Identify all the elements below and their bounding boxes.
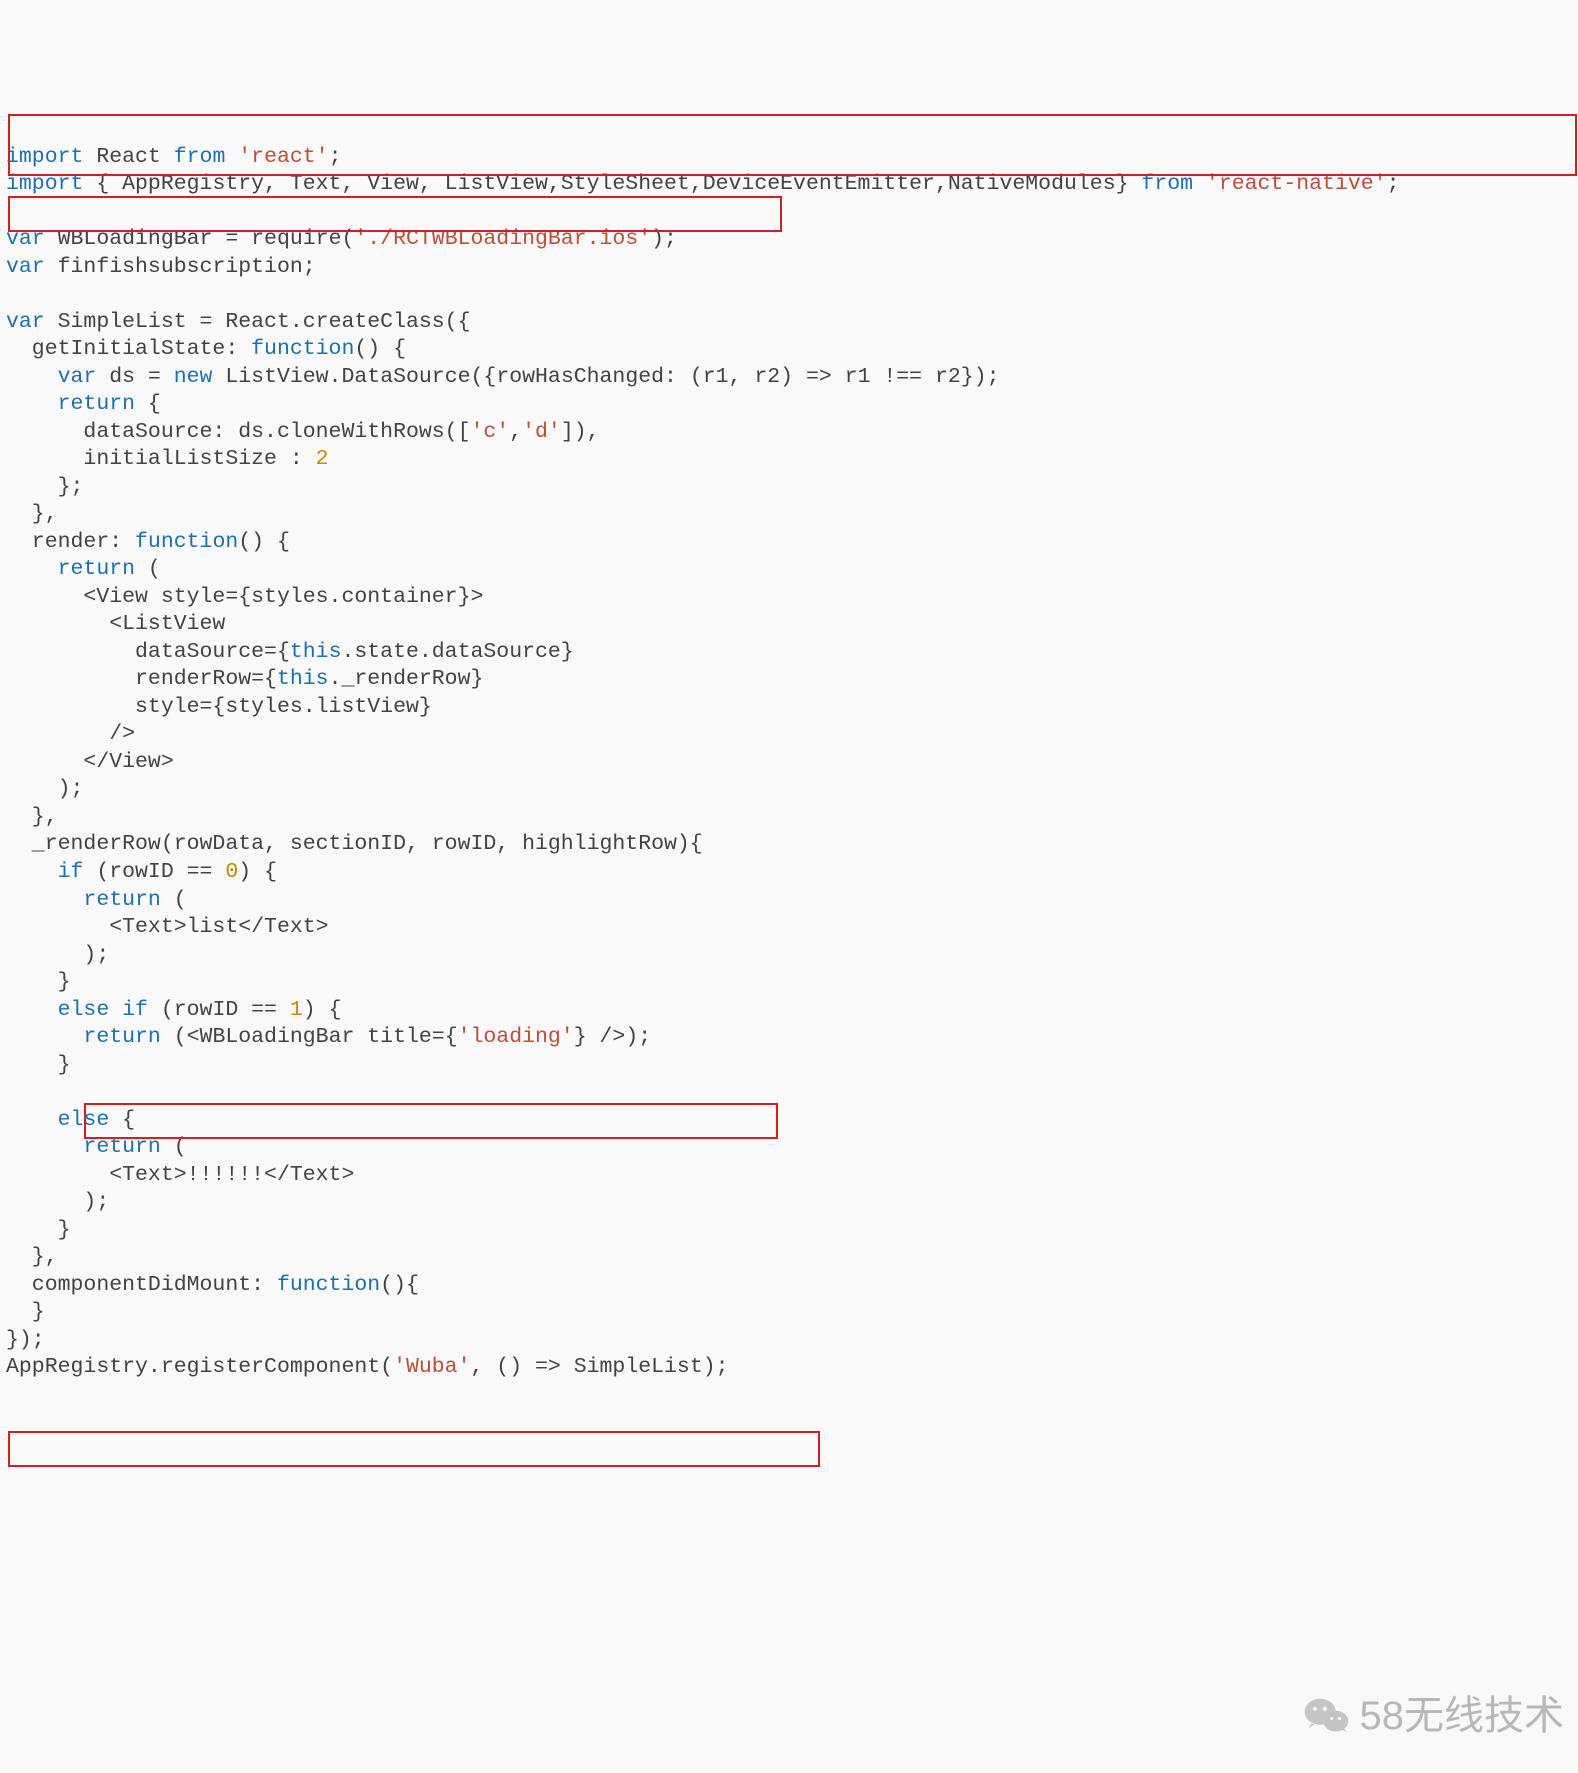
kw-import: import [6, 145, 83, 169]
watermark: 58无线技术 [1302, 1691, 1565, 1743]
wechat-icon [1302, 1691, 1354, 1743]
code-content: import React from 'react'; import { AppR… [6, 144, 1572, 1382]
watermark-text: 58无线技术 [1360, 1691, 1565, 1742]
highlight-box-register [8, 1431, 820, 1467]
code-block: import React from 'react'; import { AppR… [6, 116, 1572, 1574]
